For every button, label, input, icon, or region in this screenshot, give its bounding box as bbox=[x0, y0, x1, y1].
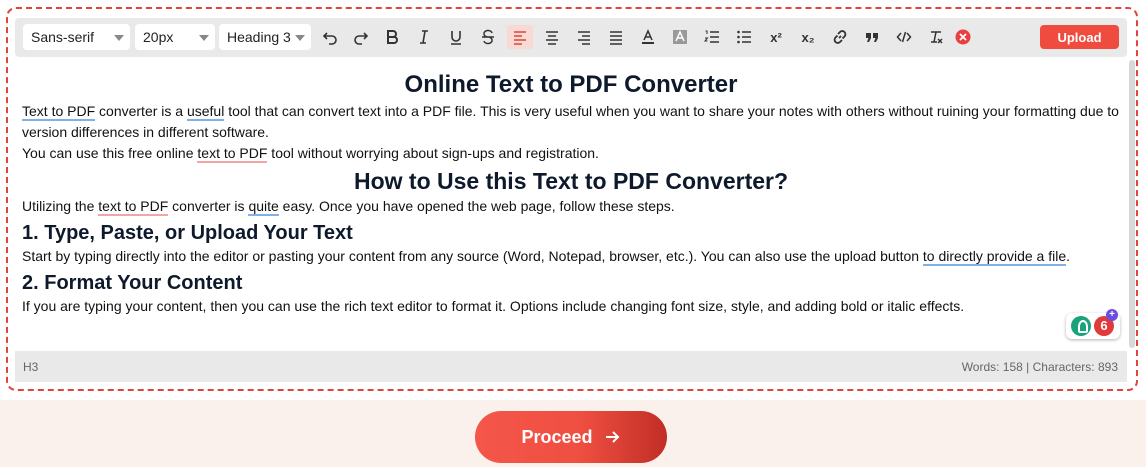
ordered-list-icon bbox=[704, 30, 719, 43]
paragraph-intro: Text to PDF converter is a useful tool t… bbox=[22, 101, 1120, 143]
heading-how-to: How to Use this Text to PDF Converter? bbox=[353, 168, 789, 194]
italic-button[interactable] bbox=[411, 25, 437, 49]
subscript-icon: x₂ bbox=[801, 29, 815, 45]
chevron-down-icon bbox=[199, 35, 209, 41]
subscript-button[interactable]: x₂ bbox=[795, 25, 821, 49]
plus-icon: + bbox=[1106, 309, 1118, 321]
align-justify-button[interactable] bbox=[603, 25, 629, 49]
font-family-select[interactable]: Sans-serif bbox=[23, 24, 130, 50]
spell-mark: to directly provide a file bbox=[922, 248, 1067, 266]
spell-mark: quite bbox=[248, 198, 279, 216]
background-color-icon bbox=[673, 30, 687, 44]
background-color-button[interactable] bbox=[667, 25, 693, 49]
ordered-list-button[interactable] bbox=[699, 25, 725, 49]
link-button[interactable] bbox=[827, 25, 853, 49]
redo-icon bbox=[354, 32, 369, 45]
clear-format-button[interactable] bbox=[923, 25, 949, 49]
text-run: . bbox=[1066, 248, 1070, 264]
text-run: You can use this free online bbox=[22, 145, 198, 161]
undo-button[interactable] bbox=[317, 25, 343, 49]
font-family-value: Sans-serif bbox=[31, 29, 95, 45]
upload-button[interactable]: Upload bbox=[1040, 25, 1119, 49]
editor-scrollbar[interactable] bbox=[1129, 60, 1135, 348]
text-run: tool without worrying about sign-ups and… bbox=[267, 145, 599, 161]
italic-icon bbox=[420, 30, 428, 44]
align-right-button[interactable] bbox=[571, 25, 597, 49]
text-run: Utilizing the bbox=[22, 198, 99, 214]
proceed-label: Proceed bbox=[521, 426, 593, 447]
text-run: easy. Once you have opened the web page,… bbox=[278, 198, 675, 214]
bullet-list-icon bbox=[737, 30, 751, 44]
redo-button[interactable] bbox=[348, 25, 374, 49]
quote-icon bbox=[866, 33, 878, 42]
bullet-list-button[interactable] bbox=[731, 25, 757, 49]
paragraph-step-2: If you are typing your content, then you… bbox=[22, 298, 965, 314]
proceed-button[interactable]: Proceed bbox=[475, 411, 667, 463]
close-circle-icon bbox=[955, 29, 971, 45]
align-center-icon bbox=[546, 31, 558, 45]
bold-icon bbox=[387, 30, 398, 44]
underline-icon bbox=[451, 31, 461, 45]
block-format-value: Heading 3 bbox=[227, 29, 291, 45]
spell-mark: Text to PDF bbox=[22, 103, 96, 121]
heading-step-2: 2. Format Your Content bbox=[22, 272, 243, 294]
editor-card: Sans-serif 20px Heading 3 x² x₂ Upload O… bbox=[0, 0, 1146, 400]
arrow-right-icon bbox=[605, 431, 619, 443]
superscript-icon: x² bbox=[770, 29, 782, 45]
font-size-value: 20px bbox=[143, 29, 174, 45]
text-color-icon bbox=[642, 29, 654, 44]
clear-format-icon bbox=[931, 31, 943, 44]
code-button[interactable] bbox=[891, 25, 917, 49]
blockquote-button[interactable] bbox=[859, 25, 885, 49]
align-justify-icon bbox=[610, 31, 622, 45]
underline-button[interactable] bbox=[443, 25, 469, 49]
text-color-button[interactable] bbox=[635, 25, 661, 49]
code-icon bbox=[896, 31, 912, 43]
text-run: Start by typing directly into the editor… bbox=[22, 248, 923, 264]
bold-button[interactable] bbox=[379, 25, 405, 49]
undo-icon bbox=[322, 32, 337, 45]
align-right-icon bbox=[578, 31, 590, 45]
heading-step-1: 1. Type, Paste, or Upload Your Text bbox=[22, 222, 353, 244]
align-left-button[interactable] bbox=[507, 25, 533, 49]
link-icon bbox=[833, 30, 847, 44]
spell-mark: text to PDF bbox=[98, 198, 169, 216]
block-format-select[interactable]: Heading 3 bbox=[219, 24, 311, 50]
remove-button[interactable] bbox=[950, 25, 976, 49]
paragraph-utilizing: Utilizing the text to PDF converter is q… bbox=[22, 196, 1120, 217]
editor-content[interactable]: Online Text to PDF Converter Text to PDF… bbox=[15, 62, 1127, 346]
status-bar: H3 Words: 158 | Characters: 893 bbox=[15, 351, 1127, 382]
spell-mark: useful bbox=[186, 103, 225, 121]
chevron-down-icon bbox=[295, 35, 305, 41]
word-count: Words: 158 | Characters: 893 bbox=[961, 360, 1118, 374]
paragraph-free: You can use this free online text to PDF… bbox=[22, 143, 1120, 164]
chevron-down-icon bbox=[114, 35, 124, 41]
strikethrough-button[interactable] bbox=[475, 25, 501, 49]
text-run: converter is bbox=[168, 198, 249, 214]
document-title: Online Text to PDF Converter bbox=[404, 71, 738, 98]
font-size-select[interactable]: 20px bbox=[135, 24, 215, 50]
toolbar: Sans-serif 20px Heading 3 x² x₂ Upload bbox=[15, 18, 1127, 57]
spell-mark: text to PDF bbox=[197, 145, 268, 163]
align-center-button[interactable] bbox=[539, 25, 565, 49]
strikethrough-icon bbox=[482, 29, 494, 45]
align-left-icon bbox=[514, 31, 526, 45]
superscript-button[interactable]: x² bbox=[763, 25, 789, 49]
text-run: converter is a bbox=[95, 103, 187, 119]
grammar-extension-widget[interactable]: 6 + bbox=[1066, 309, 1120, 339]
element-path: H3 bbox=[23, 360, 39, 374]
lightbulb-icon bbox=[1071, 316, 1091, 336]
paragraph-step-1: Start by typing directly into the editor… bbox=[22, 246, 1120, 267]
